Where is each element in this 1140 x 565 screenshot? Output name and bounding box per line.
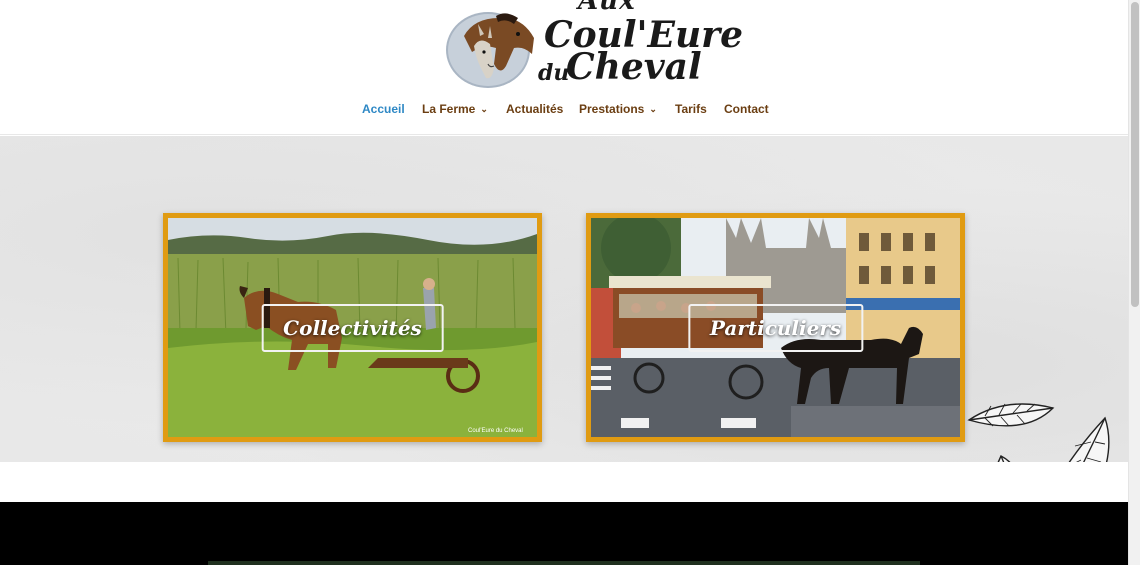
site-header: Aux Coul'Eure du Cheval Accueil La Ferme… [0,0,1128,135]
nav-label: Actualités [506,102,564,116]
card-label-collectivites: Collectivités [261,303,444,352]
nav-item-la-ferme[interactable]: La Ferme ⌄ [422,102,488,116]
scrollbar-thumb[interactable] [1131,2,1139,307]
nav-item-prestations[interactable]: Prestations ⌄ [579,102,657,116]
chevron-down-icon: ⌄ [649,104,657,114]
nav-label: Accueil [362,102,405,116]
logo-text-cheval: Cheval [566,46,702,88]
chevron-down-icon: ⌄ [480,104,488,114]
hero-section: Coul'Eure du Cheval Collectivités Partic… [0,136,1128,557]
card-collectivites[interactable]: Coul'Eure du Cheval Collectivités [163,213,542,442]
dark-section-image [208,561,920,565]
nav-label: Prestations [579,102,645,116]
horse-donkey-emblem-icon [446,12,534,88]
photo-watermark: Coul'Eure du Cheval [468,428,523,434]
card-particuliers[interactable]: Particuliers [586,213,965,442]
nav-item-accueil[interactable]: Accueil [362,102,405,116]
section-spacer [0,462,1128,502]
logo-text-du: du [538,60,570,86]
nav-item-actualites[interactable]: Actualités [506,102,563,116]
page-scrollbar[interactable] [1128,0,1140,565]
card-label-particuliers: Particuliers [687,303,864,352]
nav-item-contact[interactable]: Contact [724,102,769,116]
nav-label: Tarifs [675,102,707,116]
dark-section [0,502,1128,565]
nav-label: La Ferme [422,102,476,116]
nav-label: Contact [724,102,769,116]
nav-item-tarifs[interactable]: Tarifs [675,102,707,116]
main-nav: Accueil La Ferme ⌄ Actualités Prestations… [0,102,1128,122]
